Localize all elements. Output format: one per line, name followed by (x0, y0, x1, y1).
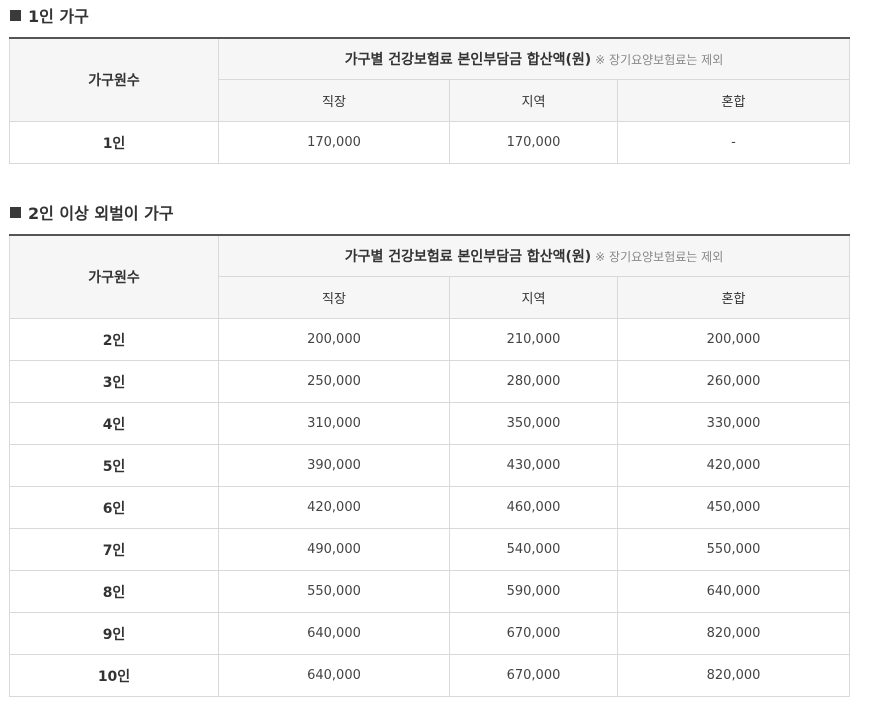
section-title-single: 1인 가구 (10, 5, 89, 26)
cell-workplace: 310,000 (218, 402, 450, 445)
row-label: 3인 (9, 360, 219, 403)
section-title-text: 1인 가구 (28, 7, 89, 26)
table-row: 9인 640,000 670,000 820,000 (9, 612, 851, 655)
cell-regional: 280,000 (449, 360, 618, 403)
cell-workplace: 640,000 (218, 612, 450, 655)
row-label: 6인 (9, 486, 219, 529)
cell-mixed: 420,000 (616, 444, 851, 487)
cell-mixed: 640,000 (616, 570, 851, 613)
row-label: 4인 (9, 402, 219, 445)
section-title-text: 2인 이상 외벌이 가구 (28, 204, 174, 223)
cell-mixed: 260,000 (616, 360, 851, 403)
cell-regional: 540,000 (449, 528, 618, 571)
cell-mixed: 450,000 (616, 486, 851, 529)
table-multi-household: 가구원수 가구별 건강보험료 본인부담금 합산액(원) ※ 장기요양보험료는 제외… (9, 234, 851, 697)
cell-regional: 170,000 (449, 121, 618, 164)
cell-regional: 350,000 (449, 402, 618, 445)
cell-workplace: 550,000 (218, 570, 450, 613)
table-single-household: 가구원수 가구별 건강보험료 본인부담금 합산액(원) ※ 장기요양보험료는 제외… (9, 37, 851, 164)
row-label: 1인 (9, 121, 219, 164)
header-premium-total: 가구별 건강보험료 본인부담금 합산액(원) ※ 장기요양보험료는 제외 (217, 234, 851, 277)
cell-workplace: 420,000 (218, 486, 450, 529)
header-col-workplace: 직장 (218, 276, 450, 319)
row-label: 8인 (9, 570, 219, 613)
cell-regional: 430,000 (449, 444, 618, 487)
cell-mixed: 820,000 (616, 612, 851, 655)
table-row: 8인 550,000 590,000 640,000 (9, 570, 851, 613)
header-note: ※ 장기요양보험료는 제외 (595, 53, 724, 67)
cell-regional: 670,000 (449, 654, 618, 697)
header-premium-total-text: 가구별 건강보험료 본인부담금 합산액(원) (344, 52, 592, 68)
row-label: 10인 (9, 654, 219, 697)
cell-mixed: 200,000 (616, 318, 851, 361)
cell-workplace: 200,000 (218, 318, 450, 361)
table-row: 7인 490,000 540,000 550,000 (9, 528, 851, 571)
row-label: 5인 (9, 444, 219, 487)
header-note: ※ 장기요양보험료는 제외 (595, 250, 724, 264)
square-bullet-icon (10, 206, 21, 218)
row-label: 7인 (9, 528, 219, 571)
table-row: 5인 390,000 430,000 420,000 (9, 444, 851, 487)
table-row: 2인 200,000 210,000 200,000 (9, 318, 851, 361)
header-household-size: 가구원수 (9, 234, 219, 319)
cell-mixed: - (616, 121, 851, 164)
table-row: 6인 420,000 460,000 450,000 (9, 486, 851, 529)
table-row: 10인 640,000 670,000 820,000 (9, 654, 851, 697)
cell-regional: 670,000 (449, 612, 618, 655)
header-col-regional: 지역 (449, 276, 618, 319)
header-household-size: 가구원수 (9, 37, 219, 122)
table-row: 4인 310,000 350,000 330,000 (9, 402, 851, 445)
table-row: 1인 170,000 170,000 - (9, 121, 851, 164)
cell-workplace: 640,000 (218, 654, 450, 697)
cell-workplace: 490,000 (218, 528, 450, 571)
header-premium-total-text: 가구별 건강보험료 본인부담금 합산액(원) (344, 249, 592, 265)
table-row: 3인 250,000 280,000 260,000 (9, 360, 851, 403)
header-col-mixed: 혼합 (616, 79, 851, 122)
header-premium-total: 가구별 건강보험료 본인부담금 합산액(원) ※ 장기요양보험료는 제외 (217, 37, 851, 80)
cell-workplace: 250,000 (218, 360, 450, 403)
header-col-mixed: 혼합 (616, 276, 851, 319)
cell-workplace: 170,000 (218, 121, 450, 164)
row-label: 9인 (9, 612, 219, 655)
cell-mixed: 330,000 (616, 402, 851, 445)
row-label: 2인 (9, 318, 219, 361)
cell-regional: 210,000 (449, 318, 618, 361)
square-bullet-icon (10, 9, 21, 21)
header-col-workplace: 직장 (218, 79, 450, 122)
section-title-multi: 2인 이상 외벌이 가구 (10, 202, 174, 223)
cell-mixed: 550,000 (616, 528, 851, 571)
cell-regional: 460,000 (449, 486, 618, 529)
header-col-regional: 지역 (449, 79, 618, 122)
cell-workplace: 390,000 (218, 444, 450, 487)
cell-regional: 590,000 (449, 570, 618, 613)
cell-mixed: 820,000 (616, 654, 851, 697)
